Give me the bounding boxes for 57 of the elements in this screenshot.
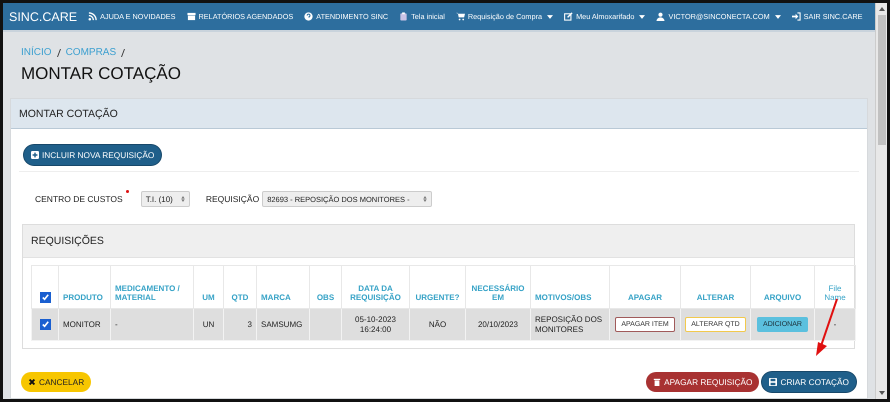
row-checkbox[interactable] (40, 319, 50, 330)
table-cell: SAMSUMG (261, 320, 302, 329)
column-header: ALTERAR (696, 293, 734, 302)
column-header: MARCA (261, 293, 291, 302)
table-cell: 05-10-2023 16:24:00 (355, 314, 396, 334)
column-header: MOTIVOS/OBS (535, 293, 592, 302)
select-all-checkbox[interactable] (40, 292, 50, 303)
column-header: APAGAR (628, 293, 662, 302)
select-field[interactable]: T.I. (10) (140, 191, 190, 207)
table-cell: - (115, 320, 118, 329)
save-icon (769, 378, 778, 386)
field-label: REQUISIÇÃO (206, 194, 260, 204)
table-cell: MONITOR (63, 320, 101, 329)
panel-title: MONTAR COTAÇÃO (19, 108, 118, 120)
add-requisition-button[interactable]: INCLUIR NOVA REQUISIÇÃO (24, 145, 162, 165)
column-header: URGENTE? (416, 293, 460, 302)
delete-requisition-button[interactable]: APAGAR REQUISIÇÃO (646, 372, 760, 392)
archive-icon (186, 12, 196, 21)
table-cell: - (834, 320, 836, 329)
column-header: NECESSÁRIO EM (472, 284, 524, 302)
table-cell: NÃO (428, 320, 446, 329)
rss-icon (88, 12, 98, 21)
subpanel-title: REQUISIÇÕES (31, 235, 104, 247)
plus-icon (31, 151, 39, 159)
user-icon (656, 12, 666, 21)
brand-logo[interactable]: SINC.CARE (9, 10, 78, 24)
updown-icon (423, 196, 428, 202)
field-label: CENTRO DE CUSTOS (35, 194, 123, 204)
edit-icon (564, 12, 574, 21)
column-header: DATA DA REQUISIÇÃO (350, 284, 401, 302)
page-title: MONTAR COTAÇÃO (21, 64, 182, 84)
sign-in-icon (792, 12, 801, 21)
table-cell: REPOSIÇÃO DOS MONITORES (535, 314, 602, 334)
column-header: ARQUIVO (764, 293, 802, 302)
table-cell: UN (202, 320, 214, 329)
column-header: QTD (232, 293, 248, 302)
create-quotation-button[interactable]: CRIAR COTAÇÃO (762, 372, 856, 392)
column-header: UM (202, 293, 215, 302)
column-header: MEDICAMENTO / MATERIAL (115, 284, 180, 302)
scroll-down-icon[interactable] (878, 391, 884, 395)
help-icon (304, 12, 314, 21)
scroll-up-icon[interactable] (878, 7, 884, 11)
scroll-thumb[interactable] (878, 15, 886, 145)
cancel-button[interactable]: CANCELAR (21, 372, 92, 392)
slash-icon (121, 48, 126, 56)
close-icon (28, 378, 36, 386)
clipboard-icon (399, 12, 408, 21)
table-cell: 3 (248, 320, 252, 329)
column-header: PRODUTO (63, 293, 103, 302)
table-cell: 20/10/2023 (478, 320, 518, 329)
column-header: File Name (823, 284, 847, 303)
slash-icon (56, 48, 61, 56)
column-header: OBS (316, 293, 334, 302)
trash-icon (653, 378, 662, 386)
cart-icon (456, 12, 465, 21)
scrollbar[interactable] (875, 3, 887, 399)
updown-icon (180, 196, 185, 202)
